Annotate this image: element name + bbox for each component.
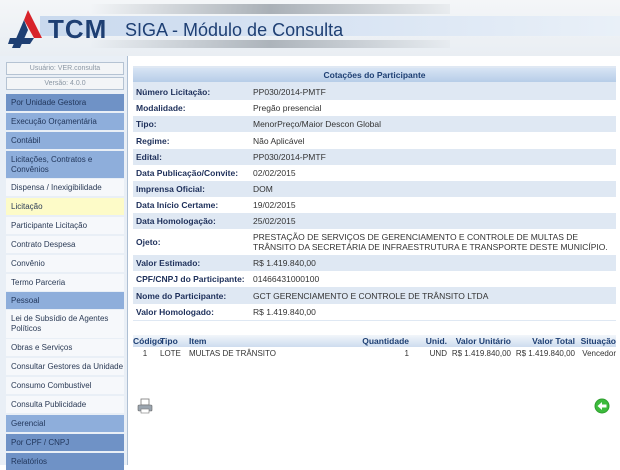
banner-decoration [90, 40, 450, 48]
menu-pessoal[interactable]: Pessoal [6, 292, 124, 309]
field-label: Data Homologação: [136, 216, 216, 226]
cell-tipo: LOTE [160, 348, 181, 358]
cell-situacao: Vencedor [582, 348, 616, 358]
cell-item: MULTAS DE TRÂNSITO [189, 348, 276, 358]
field-label: Tipo: [136, 119, 157, 129]
field-label: Modalidade: [136, 103, 186, 113]
field-label: Valor Estimado: [136, 258, 201, 268]
field-row: Ojeto: PRESTAÇÃO DE SERVIÇOS DE GERENCIAM… [133, 229, 616, 255]
field-row: Tipo: MenorPreço/Maior Descon Global [133, 116, 616, 132]
table-row: 1 LOTE MULTAS DE TRÂNSITO 1 UND R$ 1.419… [133, 347, 616, 359]
field-value: 19/02/2015 [253, 200, 296, 210]
field-value: PP030/2014-PMTF [253, 152, 326, 162]
column-header: Valor Total [532, 336, 575, 346]
column-header: Valor Unitário [455, 336, 511, 346]
field-row: Regime: Não Aplicável [133, 132, 616, 149]
menu-lei-subsidio[interactable]: Lei de Subsídio de Agentes Políticos [6, 310, 124, 338]
column-header: Quantidade [362, 336, 409, 346]
field-row: Valor Estimado: R$ 1.419.840,00 [133, 255, 616, 271]
field-value: R$ 1.419.840,00 [253, 258, 316, 268]
menu-licitacao[interactable]: Licitação [6, 198, 124, 215]
field-row: Data Publicação/Convite: 02/02/2015 [133, 165, 616, 181]
column-header: Código [133, 336, 163, 346]
menu-dispensa[interactable]: Dispensa / Inexigibilidade [6, 179, 124, 196]
menu-relatorios[interactable]: Relatórios [6, 453, 124, 470]
cell-quantidade: 1 [404, 348, 409, 358]
field-label: Data Início Certame: [136, 200, 219, 210]
header: TCM SIGA - Módulo de Consulta [0, 0, 620, 56]
menu-por-unidade-gestora[interactable]: Por Unidade Gestora [6, 94, 124, 111]
column-header: Tipo [160, 336, 178, 346]
cell-valor-total: R$ 1.419.840,00 [515, 348, 575, 358]
menu-execucao-orcamentaria[interactable]: Execução Orçamentária [6, 113, 124, 130]
field-value: Pregão presencial [253, 103, 322, 113]
field-value: PP030/2014-PMTF [253, 87, 326, 97]
field-label: Valor Homologado: [136, 307, 214, 317]
field-value: PRESTAÇÃO DE SERVIÇOS DE GERENCIAMENTO E… [253, 232, 608, 252]
field-label: Data Publicação/Convite: [136, 168, 239, 178]
field-row: Edital: PP030/2014-PMTF [133, 149, 616, 165]
field-row: Data Homologação: 25/02/2015 [133, 213, 616, 229]
menu-licitacoes-contratos[interactable]: Licitações, Contratos e Convênios [6, 151, 124, 178]
menu-consumo-combustivel[interactable]: Consumo Combustivel [6, 377, 124, 394]
field-row: Valor Homologado: R$ 1.419.840,00 [133, 304, 616, 320]
menu-obras-servicos[interactable]: Obras e Serviços [6, 339, 124, 356]
field-row: CPF/CNPJ do Participante: 01466431000100 [133, 271, 616, 287]
version-label: Versão: 4.0.0 [6, 77, 124, 90]
menu-contabil[interactable]: Contábil [6, 132, 124, 149]
field-value: GCT GERENCIAMENTO E CONTROLE DE TRÂNSITO… [253, 290, 489, 301]
column-header: Unid. [425, 336, 447, 346]
field-label: Imprensa Oficial: [136, 184, 205, 194]
banner-decoration [90, 4, 450, 14]
field-row: Imprensa Oficial: DOM [133, 181, 616, 197]
cell-valor-unitario: R$ 1.419.840,00 [451, 348, 511, 358]
field-label: CPF/CNPJ do Participante: [136, 274, 245, 284]
menu-termo-parceria[interactable]: Termo Parceria [6, 274, 124, 291]
field-value: DOM [253, 184, 273, 194]
menu-consulta-publicidade[interactable]: Consulta Publicidade [6, 396, 124, 413]
field-value: R$ 1.419.840,00 [253, 307, 316, 317]
field-row: Data Início Certame: 19/02/2015 [133, 197, 616, 213]
menu-participante-licitacao[interactable]: Participante Licitação [6, 217, 124, 234]
logo-text: TCM [48, 14, 108, 44]
field-label: Número Licitação: [136, 87, 211, 97]
column-header: Item [189, 336, 207, 346]
field-row: Número Licitação: PP030/2014-PMTF [133, 84, 616, 100]
menu-consultar-gestores[interactable]: Consultar Gestores da Unidade [6, 358, 124, 375]
field-row: Modalidade: Pregão presencial [133, 100, 616, 116]
field-value: 25/02/2015 [253, 216, 296, 226]
tcm-logo-icon [8, 10, 42, 48]
menu-convenio[interactable]: Convênio [6, 255, 124, 272]
items-table-header: Código Tipo Item Quantidade Unid. Valor … [133, 335, 616, 347]
menu-contrato-despesa[interactable]: Contrato Despesa [6, 236, 124, 253]
printer-icon[interactable] [137, 398, 153, 414]
cell-codigo: 1 [142, 348, 148, 358]
field-value: Não Aplicável [253, 135, 305, 146]
app-title: SIGA - Módulo de Consulta [125, 20, 344, 40]
field-label: Ojeto: [136, 237, 161, 247]
details-panel: Cotações do Participante Número Licitaçã… [133, 66, 616, 321]
menu-por-cpf-cnpj[interactable]: Por CPF / CNPJ [6, 434, 124, 451]
field-label: Regime: [136, 135, 170, 146]
panel-title: Cotações do Participante [133, 68, 616, 82]
cell-unid: UND [429, 348, 447, 358]
field-label: Nome do Participante: [136, 290, 227, 301]
field-value: 01466431000100 [253, 274, 320, 284]
items-table: Código Tipo Item Quantidade Unid. Valor … [133, 335, 616, 359]
field-value: 02/02/2015 [253, 168, 296, 178]
back-arrow-icon[interactable] [594, 398, 610, 414]
column-header: Situação [580, 336, 616, 346]
user-label: Usuário: VER.consulta [6, 62, 124, 75]
sidebar: Usuário: VER.consulta Versão: 4.0.0 Por … [0, 56, 128, 470]
field-row: Nome do Participante: GCT GERENCIAMENTO E… [133, 287, 616, 304]
field-value: MenorPreço/Maior Descon Global [253, 119, 382, 129]
field-label: Edital: [136, 152, 162, 162]
menu-gerencial[interactable]: Gerencial [6, 415, 124, 432]
